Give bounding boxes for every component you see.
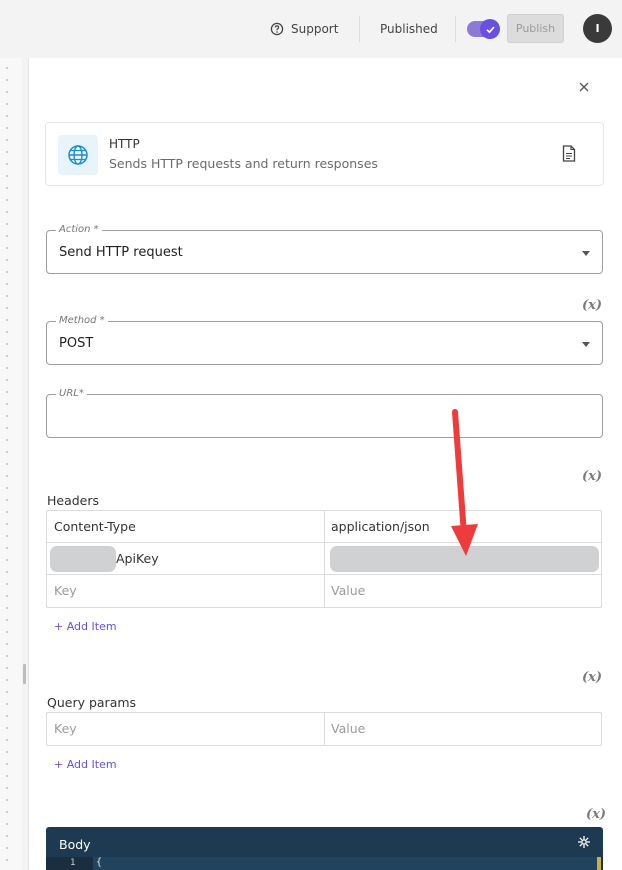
- active-line: [93, 857, 598, 870]
- header-key[interactable]: Content-Type: [54, 519, 136, 534]
- dropdown-caret-icon: [582, 342, 590, 347]
- header-key-input[interactable]: Key: [54, 583, 77, 598]
- table-row: Key Value: [47, 575, 601, 607]
- check-icon: [485, 25, 495, 33]
- redacted-key-part: [50, 546, 116, 572]
- variable-icon[interactable]: (x): [582, 670, 602, 685]
- editor-scroll-edge: [597, 857, 601, 870]
- sparkle-icon[interactable]: [577, 834, 591, 853]
- column-divider: [324, 511, 325, 542]
- action-value: Send HTTP request: [59, 245, 183, 260]
- app-card: HTTP Sends HTTP requests and return resp…: [45, 122, 604, 186]
- dropdown-caret-icon: [582, 251, 590, 256]
- header-value[interactable]: application/json: [331, 519, 430, 534]
- table-row: Key Value: [47, 713, 601, 745]
- add-query-param-button[interactable]: + Add Item: [54, 758, 117, 771]
- published-label: Published: [380, 22, 438, 36]
- column-divider: [324, 713, 325, 745]
- column-divider: [324, 575, 325, 607]
- url-input[interactable]: URL*: [46, 388, 603, 438]
- canvas-dots: [6, 62, 8, 862]
- divider: [359, 16, 360, 42]
- header-value-input[interactable]: Value: [331, 583, 365, 598]
- close-icon: [579, 82, 589, 92]
- variable-icon[interactable]: (x): [586, 807, 606, 822]
- toggle-knob: [480, 19, 500, 39]
- table-row: Content-Type application/json: [47, 511, 601, 543]
- support-link[interactable]: Support: [270, 20, 338, 38]
- close-button[interactable]: [573, 76, 595, 98]
- headers-table: Content-Type application/json ApiKey Key…: [46, 510, 602, 608]
- action-select[interactable]: Action * Send HTTP request: [46, 224, 603, 274]
- code-line[interactable]: {: [96, 857, 102, 868]
- redacted-header-value[interactable]: [330, 546, 599, 572]
- help-circle-icon: [270, 22, 284, 36]
- column-divider: [324, 543, 325, 574]
- support-label: Support: [291, 22, 339, 36]
- line-number: 1: [70, 858, 76, 868]
- divider: [455, 16, 456, 42]
- app-title: HTTP: [109, 137, 140, 151]
- publish-toggle[interactable]: [467, 19, 500, 39]
- add-header-button[interactable]: + Add Item: [54, 620, 117, 633]
- method-label: Method *: [56, 315, 108, 327]
- app-subtitle: Sends HTTP requests and return responses: [109, 156, 378, 171]
- headers-label: Headers: [47, 493, 100, 508]
- publish-button[interactable]: Publish: [507, 14, 564, 43]
- query-params-table: Key Value: [46, 712, 602, 746]
- url-label: URL*: [56, 388, 87, 400]
- document-icon[interactable]: [562, 145, 576, 166]
- method-value: POST: [59, 336, 94, 351]
- table-row: ApiKey: [47, 543, 601, 575]
- globe-icon: [68, 145, 88, 165]
- canvas-strip: [0, 58, 22, 870]
- header-key[interactable]: ApiKey: [116, 551, 159, 566]
- avatar[interactable]: I: [583, 14, 612, 43]
- method-select[interactable]: Method * POST: [46, 315, 603, 365]
- query-params-label: Query params: [47, 695, 137, 710]
- body-title: Body: [59, 837, 91, 852]
- resize-handle[interactable]: [23, 664, 26, 684]
- variable-icon[interactable]: (x): [582, 469, 602, 484]
- top-bar: Support Published Publish I: [0, 0, 622, 58]
- query-key-input[interactable]: Key: [54, 721, 77, 736]
- query-value-input[interactable]: Value: [331, 721, 365, 736]
- variable-icon[interactable]: (x): [582, 298, 602, 313]
- action-label: Action *: [56, 224, 102, 236]
- app-icon-container: [58, 135, 98, 175]
